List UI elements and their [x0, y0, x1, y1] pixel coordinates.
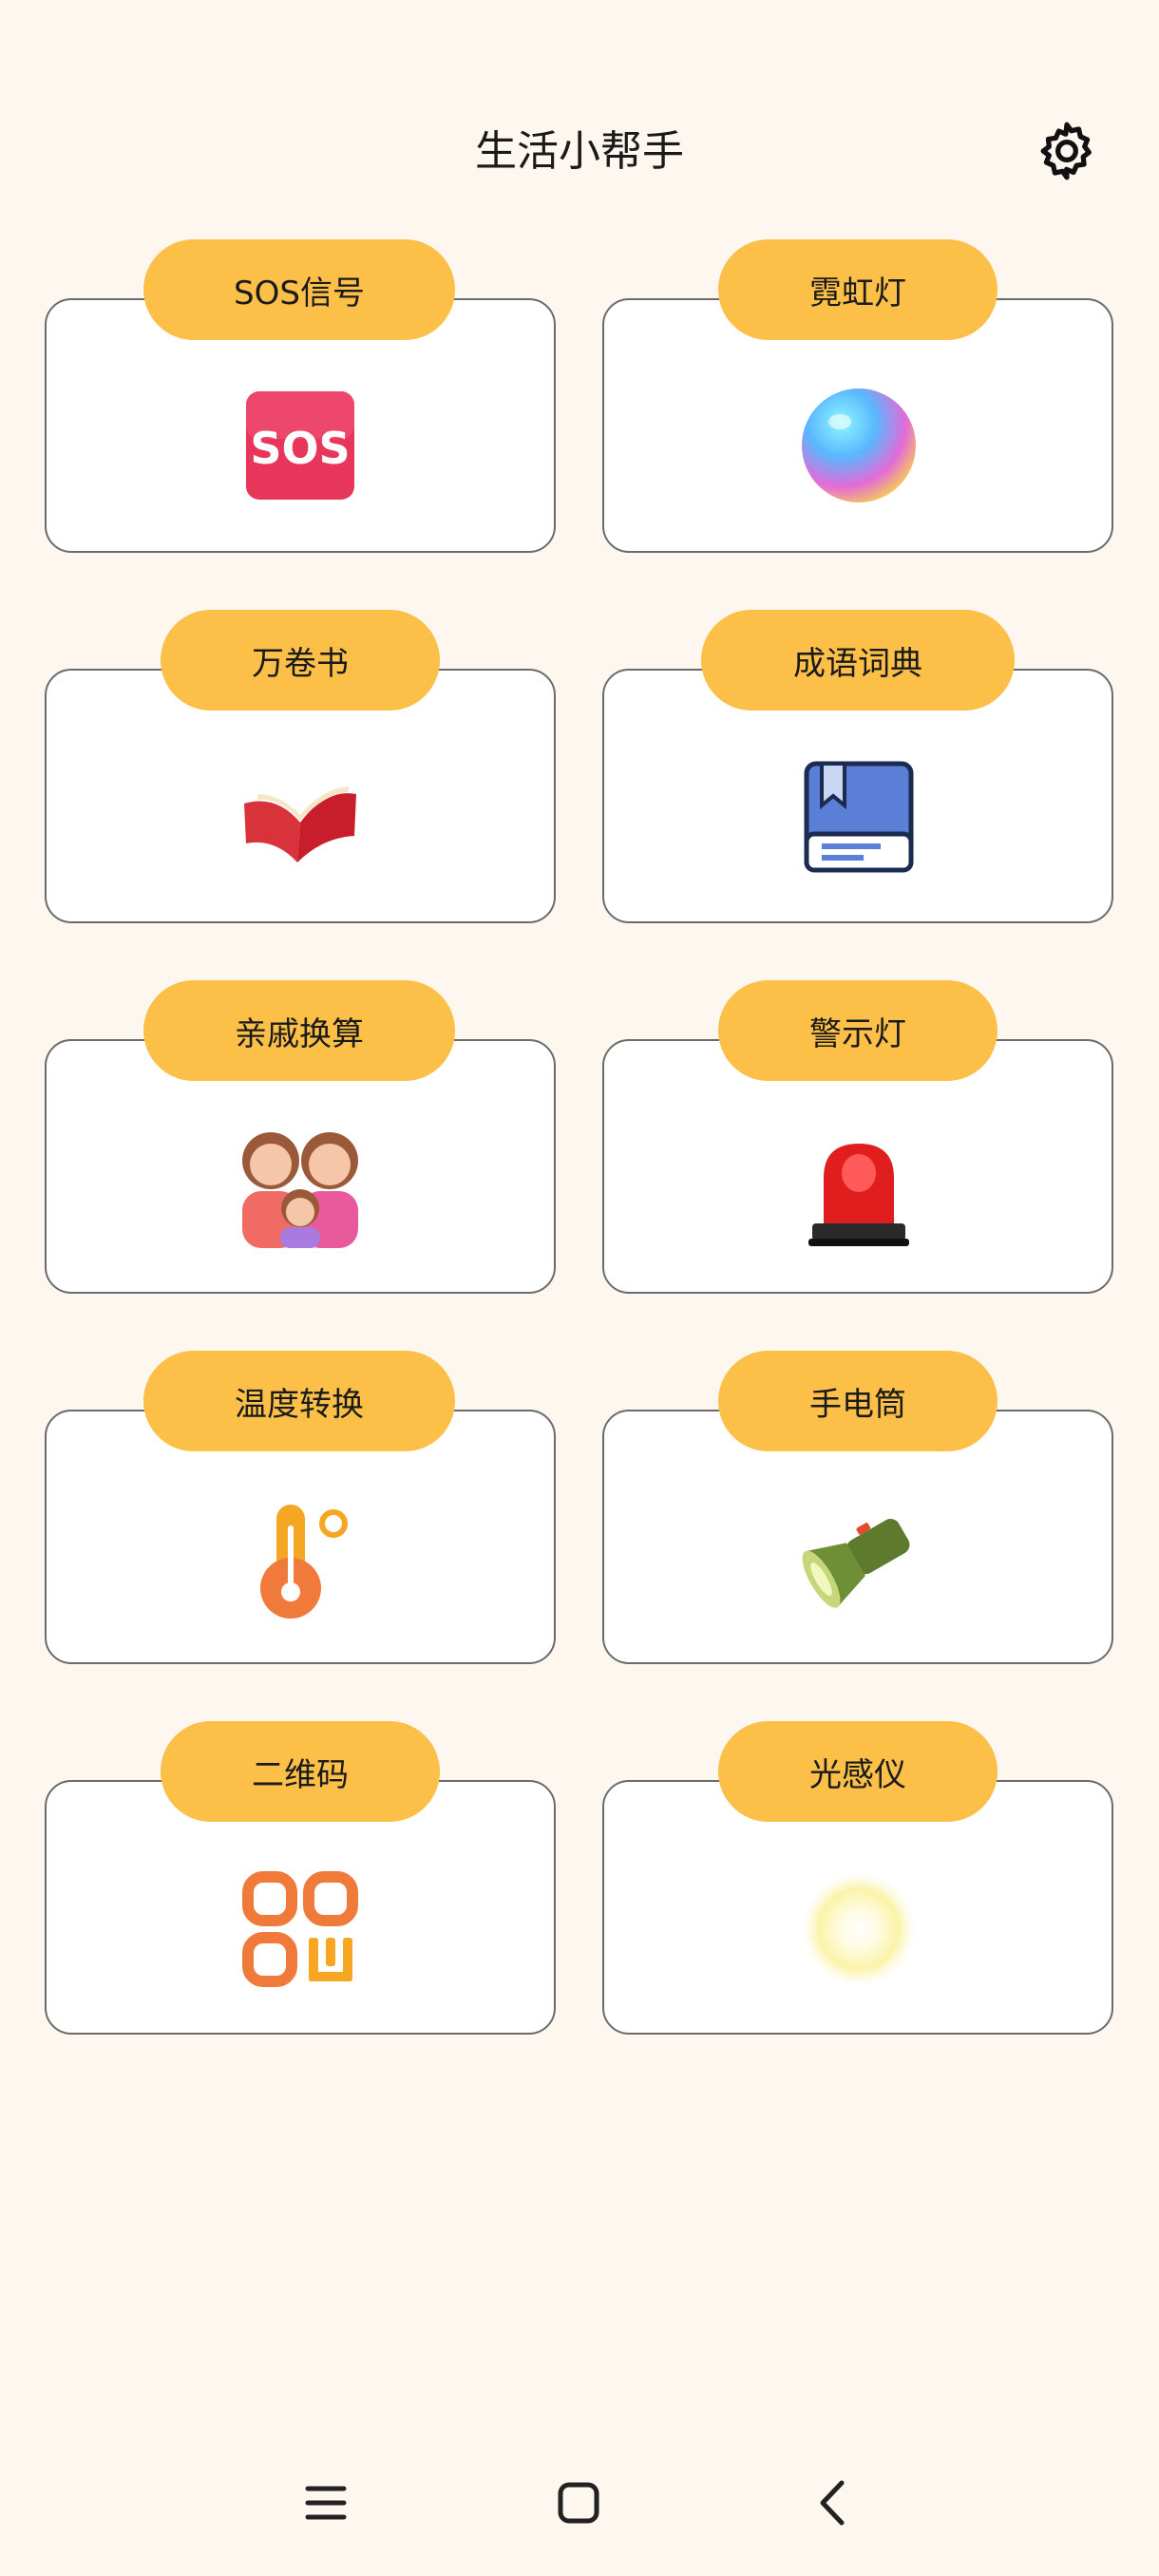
sos-icon: SOS: [238, 384, 362, 507]
tool-label-book[interactable]: 万卷书: [161, 610, 440, 710]
nav-back-button[interactable]: [809, 2479, 857, 2530]
back-icon: [820, 2480, 845, 2526]
light-sensor-icon: [797, 1867, 921, 1991]
menu-icon: [305, 2486, 347, 2520]
flashlight-icon: [797, 1497, 921, 1620]
siren-light-icon: [797, 1130, 921, 1254]
tool-label-temperature[interactable]: 温度转换: [143, 1351, 455, 1451]
thermometer-icon: [238, 1497, 362, 1620]
tool-label-warning[interactable]: 警示灯: [718, 980, 998, 1081]
open-book-icon: [238, 756, 362, 880]
tool-label-sos[interactable]: SOS信号: [143, 239, 455, 340]
dictionary-book-icon: [797, 756, 921, 880]
nav-home-button[interactable]: [555, 2479, 602, 2530]
tool-label-relatives[interactable]: 亲戚换算: [143, 980, 455, 1081]
home-icon: [558, 2482, 599, 2524]
family-icon: [238, 1125, 362, 1248]
gear-icon: [1040, 122, 1092, 180]
tool-label-idiom[interactable]: 成语词典: [701, 610, 1015, 710]
neon-orb-icon: [797, 384, 921, 507]
tool-label-light-sensor[interactable]: 光感仪: [718, 1721, 998, 1822]
svg-text:SOS: SOS: [250, 423, 350, 474]
qr-code-icon: [238, 1867, 362, 1991]
page-title: 生活小帮手: [475, 127, 684, 176]
tool-label-neon[interactable]: 霓虹灯: [718, 239, 998, 340]
tool-label-flashlight[interactable]: 手电筒: [718, 1351, 998, 1451]
settings-button[interactable]: [1034, 118, 1100, 184]
nav-menu-button[interactable]: [302, 2479, 350, 2530]
tool-label-qrcode[interactable]: 二维码: [161, 1721, 440, 1822]
